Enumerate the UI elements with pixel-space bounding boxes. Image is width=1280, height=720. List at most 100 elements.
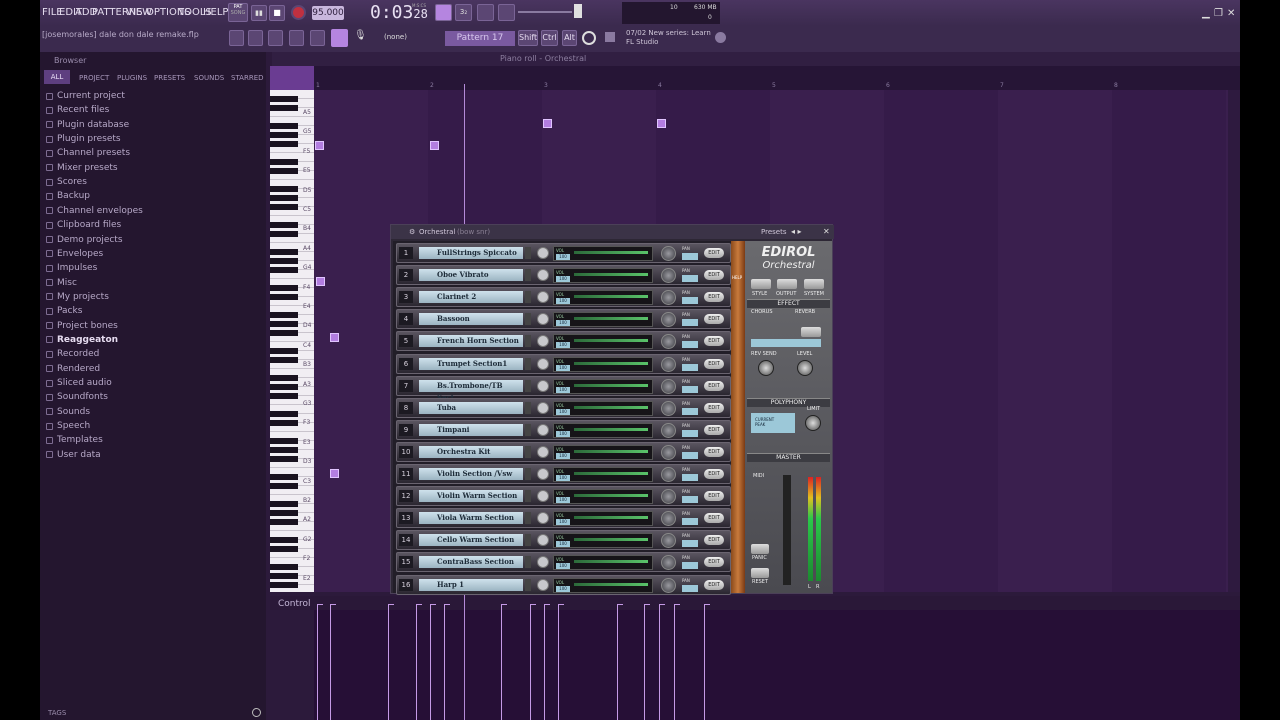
browser-item[interactable]: Plugin database: [46, 118, 129, 132]
black-key[interactable]: [270, 249, 298, 255]
channel-instrument-name[interactable]: Oboe Vibrato: [419, 269, 523, 282]
black-key[interactable]: [270, 501, 298, 507]
mixer-button[interactable]: [310, 30, 325, 46]
channel-instrument-name[interactable]: Trumpet Section1: [419, 357, 523, 370]
channel-instrument-name[interactable]: Orchestra Kit: [419, 445, 523, 458]
microphone-icon[interactable]: 🎙: [354, 30, 367, 46]
black-key[interactable]: [270, 267, 298, 273]
velocity-handle[interactable]: [659, 604, 665, 605]
instrument-select-arrow[interactable]: [525, 379, 531, 392]
instrument-select-arrow[interactable]: [525, 445, 531, 458]
black-key[interactable]: [270, 159, 298, 165]
playlist-button[interactable]: [229, 30, 244, 46]
channel-instrument-name[interactable]: Clarinet 2: [419, 291, 523, 304]
browser-item[interactable]: Envelopes: [46, 247, 103, 261]
black-key[interactable]: [270, 537, 298, 543]
channel-instrument-name[interactable]: French Horn Section: [419, 335, 523, 348]
velocity-bar[interactable]: [317, 604, 318, 720]
black-key[interactable]: [270, 186, 298, 192]
velocity-handle[interactable]: [674, 604, 680, 605]
instrument-select-arrow[interactable]: [525, 313, 531, 326]
black-key[interactable]: [270, 285, 298, 291]
note[interactable]: [657, 119, 666, 128]
magnifier-icon[interactable]: [537, 490, 549, 503]
channel-strip[interactable]: 13 Viola Warm Section VOL 100 PAN EDIT: [396, 508, 731, 529]
reset-button[interactable]: [751, 568, 769, 578]
black-key[interactable]: [270, 582, 298, 588]
channel-instrument-name[interactable]: Harp 1: [419, 578, 523, 591]
channel-edit-button[interactable]: EDIT: [704, 292, 724, 303]
velocity-bar[interactable]: [544, 604, 545, 720]
control-label[interactable]: Control: [278, 599, 311, 609]
channel-strip[interactable]: 3 Clarinet 2 VOL 100 PAN EDIT: [396, 287, 731, 308]
velocity-bar[interactable]: [674, 604, 675, 720]
magnifier-icon[interactable]: [537, 468, 549, 480]
black-key[interactable]: [270, 222, 298, 228]
ctrl-button[interactable]: Ctrl: [541, 30, 558, 46]
black-key[interactable]: [270, 519, 298, 525]
channel-strip[interactable]: 2 Oboe Vibrato VOL 100 PAN EDIT: [396, 265, 731, 286]
globe-icon[interactable]: [715, 32, 726, 43]
channel-edit-button[interactable]: EDIT: [704, 248, 724, 258]
channel-strip[interactable]: 11 Violin Section /Vsw VOL 100 PAN EDIT: [396, 464, 731, 484]
velocity-bar[interactable]: [388, 604, 389, 720]
browser-item[interactable]: Rendered: [46, 362, 100, 376]
pat-song-toggle[interactable]: PAT SONG: [228, 3, 248, 22]
black-key[interactable]: [270, 375, 298, 381]
channel-instrument-name[interactable]: Tuba: [419, 401, 523, 414]
browser-item[interactable]: Clipboard files: [46, 218, 121, 232]
system-button[interactable]: [804, 279, 824, 289]
velocity-bar[interactable]: [704, 604, 705, 720]
volume-slider[interactable]: VOL 100: [553, 334, 653, 350]
presets-button[interactable]: Presets: [761, 228, 786, 236]
channel-instrument-name[interactable]: ContraBass Section: [419, 556, 523, 569]
black-key[interactable]: [270, 483, 298, 489]
browser-item[interactable]: Current project: [46, 89, 125, 103]
velocity-bar[interactable]: [659, 604, 660, 720]
channel-strip[interactable]: 12 Violin Warm Section VOL 100 PAN EDIT: [396, 486, 731, 507]
channel-strip[interactable]: 1 FullStrings Spiccato VOL 100 PAN EDIT: [396, 243, 731, 263]
channel-instrument-name[interactable]: Viola Warm Section: [419, 512, 523, 525]
record-button[interactable]: [291, 5, 306, 20]
channel-instrument-name[interactable]: Bs.Trombone/TB Sect.: [419, 379, 523, 402]
piano-roll-overview[interactable]: [270, 66, 314, 90]
piano-roll-button[interactable]: [268, 30, 283, 46]
panic-button[interactable]: [751, 544, 769, 554]
master-fader[interactable]: [783, 475, 791, 585]
volume-slider[interactable]: VOL 100: [553, 268, 653, 284]
black-key[interactable]: [270, 141, 298, 147]
note[interactable]: [543, 119, 552, 128]
black-key[interactable]: [270, 573, 298, 579]
rev-send-knob[interactable]: [758, 360, 774, 376]
black-key[interactable]: [270, 420, 298, 426]
black-key[interactable]: [270, 411, 298, 417]
volume-slider[interactable]: VOL 100: [553, 400, 653, 416]
black-key[interactable]: [270, 96, 298, 102]
black-key[interactable]: [270, 195, 298, 201]
channel-edit-button[interactable]: EDIT: [704, 446, 724, 457]
tempo-display[interactable]: 95.000: [312, 6, 344, 20]
instrument-select-arrow[interactable]: [525, 335, 531, 348]
channel-edit-button[interactable]: EDIT: [704, 358, 724, 369]
pan-knob[interactable]: [661, 489, 676, 505]
channel-edit-button[interactable]: EDIT: [704, 579, 724, 590]
reverb-tab[interactable]: REVERB: [795, 309, 815, 315]
note[interactable]: [430, 141, 439, 150]
browser-item[interactable]: Project bones: [46, 319, 118, 333]
channel-edit-button[interactable]: EDIT: [704, 469, 724, 479]
black-key[interactable]: [270, 447, 298, 453]
search-icon[interactable]: [252, 708, 261, 717]
velocity-bar[interactable]: [644, 604, 645, 720]
black-key[interactable]: [270, 357, 298, 363]
velocity-bar[interactable]: [430, 604, 431, 720]
plugin-gear-icon[interactable]: ⚙: [409, 228, 415, 236]
velocity-bar[interactable]: [530, 604, 531, 720]
magnifier-icon[interactable]: [537, 578, 549, 591]
velocity-bar[interactable]: [558, 604, 559, 720]
browser-tab-project[interactable]: PROJECT: [79, 74, 109, 82]
volume-slider[interactable]: VOL 100: [553, 246, 653, 261]
magnifier-icon[interactable]: [537, 556, 549, 569]
note[interactable]: [316, 277, 325, 286]
velocity-bar[interactable]: [501, 604, 502, 720]
magnifier-icon[interactable]: [537, 269, 549, 282]
